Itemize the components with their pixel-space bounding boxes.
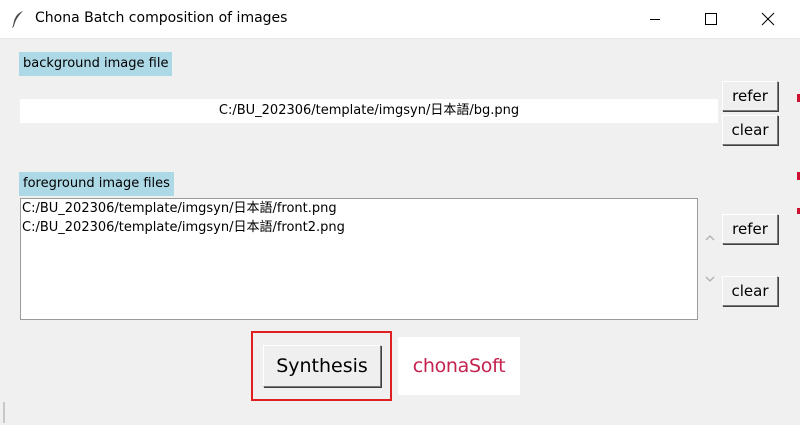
background-clear-button[interactable]: clear [722,115,778,145]
minimize-icon [650,19,660,20]
list-item[interactable]: C:/BU_202306/template/imgsyn/日本語/front2.… [21,218,697,237]
feather-icon [12,11,23,28]
minimize-button[interactable] [632,0,678,38]
foreground-clear-button[interactable]: clear [722,276,778,306]
list-item[interactable]: C:/BU_202306/template/imgsyn/日本語/front.p… [21,199,697,218]
foreground-file-list[interactable]: C:/BU_202306/template/imgsyn/日本語/front.p… [20,198,698,320]
background-refer-button[interactable]: refer [722,81,778,111]
close-icon [761,12,775,26]
scroll-down-icon[interactable] [703,274,717,284]
window-title: Chona Batch composition of images [35,10,288,26]
title-bar: Chona Batch composition of images [0,0,800,39]
maximize-icon [705,13,717,25]
foreground-refer-button[interactable]: refer [722,214,778,244]
resize-grip-icon [3,402,5,423]
background-path-field[interactable]: C:/BU_202306/template/imgsyn/日本語/bg.png [20,99,718,123]
chonasoft-logo: chonaSoft [398,337,520,395]
foreground-label: foreground image files [19,172,174,196]
synthesis-button[interactable]: Synthesis [263,345,381,387]
background-label: background image file [19,52,173,76]
close-button[interactable] [745,0,791,38]
maximize-button[interactable] [688,0,734,38]
scroll-up-icon[interactable] [703,233,717,243]
